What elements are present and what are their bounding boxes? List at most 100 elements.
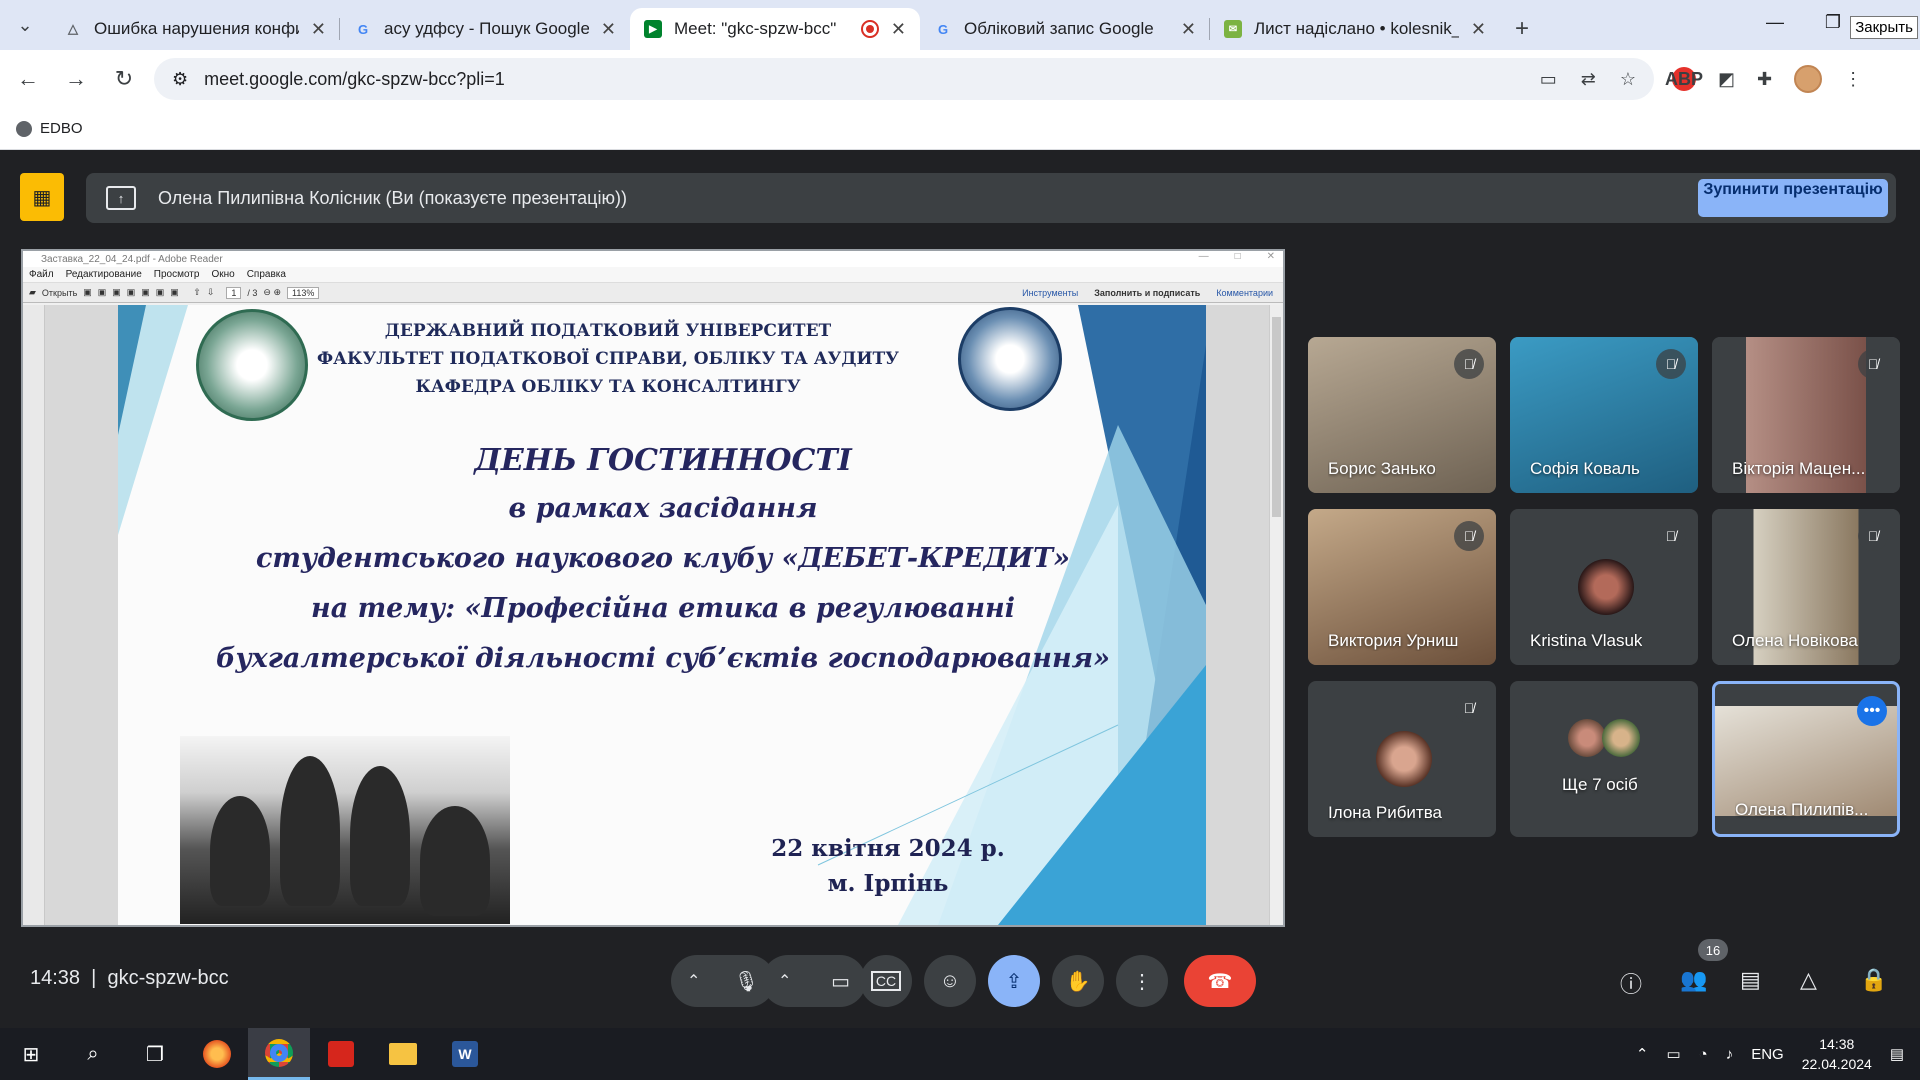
more-options-icon[interactable]: ••• <box>1857 696 1887 726</box>
chevron-down-icon: ⌄ <box>17 14 33 35</box>
chat-icon[interactable]: ▤ <box>1740 967 1761 993</box>
close-tab-icon[interactable]: ✕ <box>891 19 906 40</box>
url-text[interactable]: meet.google.com/gkc-spzw-bcc?pli=1 <box>204 69 505 90</box>
chrome-taskbar-button[interactable] <box>248 1028 310 1080</box>
raise-hand-button[interactable]: ✋ <box>1052 955 1104 1007</box>
leave-call-button[interactable]: ☎ <box>1184 955 1256 1007</box>
tab-google-search[interactable]: G асу удфсу - Пошук Google ✕ <box>340 8 630 50</box>
reader-menu-window: Окно <box>211 269 235 280</box>
participant-avatar <box>1578 559 1634 615</box>
profile-avatar[interactable] <box>1794 65 1823 93</box>
taskbar-clock[interactable]: 14:38 22.04.2024 <box>1802 1034 1872 1074</box>
task-view-button[interactable]: ❐ <box>124 1028 186 1080</box>
puzzle-icon[interactable]: ✚ <box>1757 69 1772 90</box>
participants-count-badge: 16 <box>1698 939 1728 961</box>
present-button[interactable]: ⇪ <box>988 955 1040 1007</box>
minimize-button[interactable]: — <box>1746 0 1804 44</box>
close-tab-icon[interactable]: ✕ <box>1471 19 1486 40</box>
notifications-icon[interactable]: ▤ <box>1890 1045 1904 1063</box>
self-participant-tile[interactable]: ••• Олена Пилипів... <box>1712 681 1900 837</box>
language-indicator[interactable]: ENG <box>1751 1046 1784 1063</box>
slide-date: 22 квітня 2024 р. <box>771 835 1005 862</box>
photo-figure <box>210 796 270 906</box>
wifi-icon[interactable]: ◔ <box>1699 1046 1708 1063</box>
new-tab-button[interactable]: + <box>1500 8 1544 50</box>
forward-button[interactable]: → <box>56 59 96 99</box>
mic-off-icon: 🎙̸ <box>1858 521 1888 551</box>
hangup-icon: ☎ <box>1207 970 1233 993</box>
recording-icon <box>860 20 879 38</box>
hand-icon: ✋ <box>1065 970 1091 993</box>
meeting-info-icon[interactable]: ⓘ <box>1620 967 1642 999</box>
start-button[interactable]: ⊞ <box>0 1028 62 1080</box>
firefox-taskbar-button[interactable] <box>186 1028 248 1080</box>
participant-tile[interactable]: 🎙̸ Виктория Урниш <box>1308 509 1496 665</box>
people-icon[interactable]: 👥 <box>1680 967 1707 993</box>
bookmark-edbo[interactable]: EDBO <box>40 120 83 137</box>
meet-controls: 14:38 | gkc-spzw-bcc ⌃ 🎙 ⌃ ▭ CC ☺ ⇪ ✋ ⋮ … <box>0 939 1920 1021</box>
participant-tile[interactable]: 🎙̸ Вікторія Мацен... <box>1712 337 1900 493</box>
more-participants-tile[interactable]: Ще 7 осіб <box>1510 681 1698 837</box>
tab-google-account[interactable]: G Обліковий запис Google ✕ <box>920 8 1210 50</box>
participant-tile[interactable]: 🎙̸ Софія Коваль <box>1510 337 1698 493</box>
site-settings-icon[interactable]: ⚙ <box>172 69 188 90</box>
bookmark-star-icon[interactable]: ☆ <box>1620 69 1636 90</box>
word-taskbar-button[interactable]: W <box>434 1028 496 1080</box>
photo-figure <box>350 766 410 906</box>
search-button[interactable]: ⌕ <box>62 1028 124 1080</box>
emoji-button[interactable]: ☺ <box>924 955 976 1007</box>
participant-name: Kristina Vlasuk <box>1530 631 1643 650</box>
business-people-photo <box>180 736 510 924</box>
camera-options-chevron-icon[interactable]: ⌃ <box>778 971 791 991</box>
back-button[interactable]: ← <box>8 59 48 99</box>
reader-open: Открыть <box>41 287 78 298</box>
captions-button[interactable]: CC <box>860 955 912 1007</box>
host-controls-icon[interactable]: 🔒 <box>1860 967 1887 993</box>
more-vert-icon: ⋮ <box>1132 970 1152 993</box>
firefox-icon <box>203 1040 231 1068</box>
chrome-icon <box>265 1038 293 1067</box>
extension-icon[interactable]: ◩ <box>1718 69 1735 90</box>
address-bar[interactable]: ⚙ meet.google.com/gkc-spzw-bcc?pli=1 ▭ ⇄… <box>154 58 1654 100</box>
taskbar-date: 22.04.2024 <box>1801 1056 1872 1072</box>
acrobat-taskbar-button[interactable] <box>310 1028 372 1080</box>
slide-header-department: КАФЕДРА ОБЛІКУ ТА КОНСАЛТИНГУ <box>415 377 801 397</box>
volume-icon[interactable]: ♪ <box>1726 1046 1734 1063</box>
windows-logo-icon: ⊞ <box>22 1043 40 1066</box>
tab-search-button[interactable]: ⌄ <box>0 0 50 50</box>
camera-icon[interactable]: ▭ <box>831 969 850 994</box>
mic-icon[interactable]: 🎙 <box>734 969 759 994</box>
adblock-icon[interactable]: ABP <box>1665 67 1703 91</box>
presentation-slide: ДЕРЖАВНИЙ ПОДАТКОВИЙ УНІВЕРСИТЕТ ФАКУЛЬТ… <box>118 305 1206 925</box>
battery-icon[interactable]: ▭ <box>1666 1045 1680 1063</box>
folder-icon <box>389 1043 417 1065</box>
participant-tile[interactable]: 🎙̸ Олена Новікова <box>1712 509 1900 665</box>
translate-icon[interactable]: ⇄ <box>1581 69 1596 90</box>
reader-menu-view: Просмотр <box>153 269 200 280</box>
participant-name: Олена Новікова <box>1732 631 1858 650</box>
more-options-button[interactable]: ⋮ <box>1116 955 1168 1007</box>
close-tab-icon[interactable]: ✕ <box>311 19 326 40</box>
photo-figure <box>280 756 340 906</box>
participant-name: Ілона Рибитва <box>1328 803 1443 822</box>
bookmarks-bar: EDBO <box>0 108 1920 150</box>
participant-avatar <box>1376 731 1432 787</box>
participant-tile[interactable]: 🎙̸ Борис Занько <box>1308 337 1496 493</box>
reader-toolbar: ▰ Открыть ▣▣▣▣▣▣▣ ⇧⇩ 1 / 3 ⊖ ⊕ 113% Инст… <box>23 283 1283 303</box>
chevron-up-icon[interactable]: ⌃ <box>1636 1045 1649 1063</box>
participant-tile[interactable]: 🎙̸ Ілона Рибитва <box>1308 681 1496 837</box>
menu-dots-icon[interactable]: ⋮ <box>1844 69 1862 90</box>
mic-options-chevron-icon[interactable]: ⌃ <box>687 971 700 991</box>
close-tab-icon[interactable]: ✕ <box>601 19 616 40</box>
explorer-taskbar-button[interactable] <box>372 1028 434 1080</box>
reload-button[interactable]: ↻ <box>104 59 144 99</box>
tab-privacy-error[interactable]: △ Ошибка нарушения конфиденц ✕ <box>50 8 340 50</box>
tab-gmail[interactable]: ✉ Лист надіслано • kolesnik_l09 ✕ <box>1210 8 1500 50</box>
tab-meet[interactable]: ▶ Meet: "gkc-spzw-bcc" ✕ <box>630 8 920 50</box>
camera-permission-icon[interactable]: ▭ <box>1540 69 1557 90</box>
meet-stage: ▦ ↑ Олена Пилипівна Колісник (Ви (показу… <box>0 151 1920 1028</box>
activities-icon[interactable]: △ <box>1800 967 1817 993</box>
close-tab-icon[interactable]: ✕ <box>1181 19 1196 40</box>
participant-tile[interactable]: 🎙̸ Kristina Vlasuk <box>1510 509 1698 665</box>
participant-avatar <box>1602 719 1640 757</box>
